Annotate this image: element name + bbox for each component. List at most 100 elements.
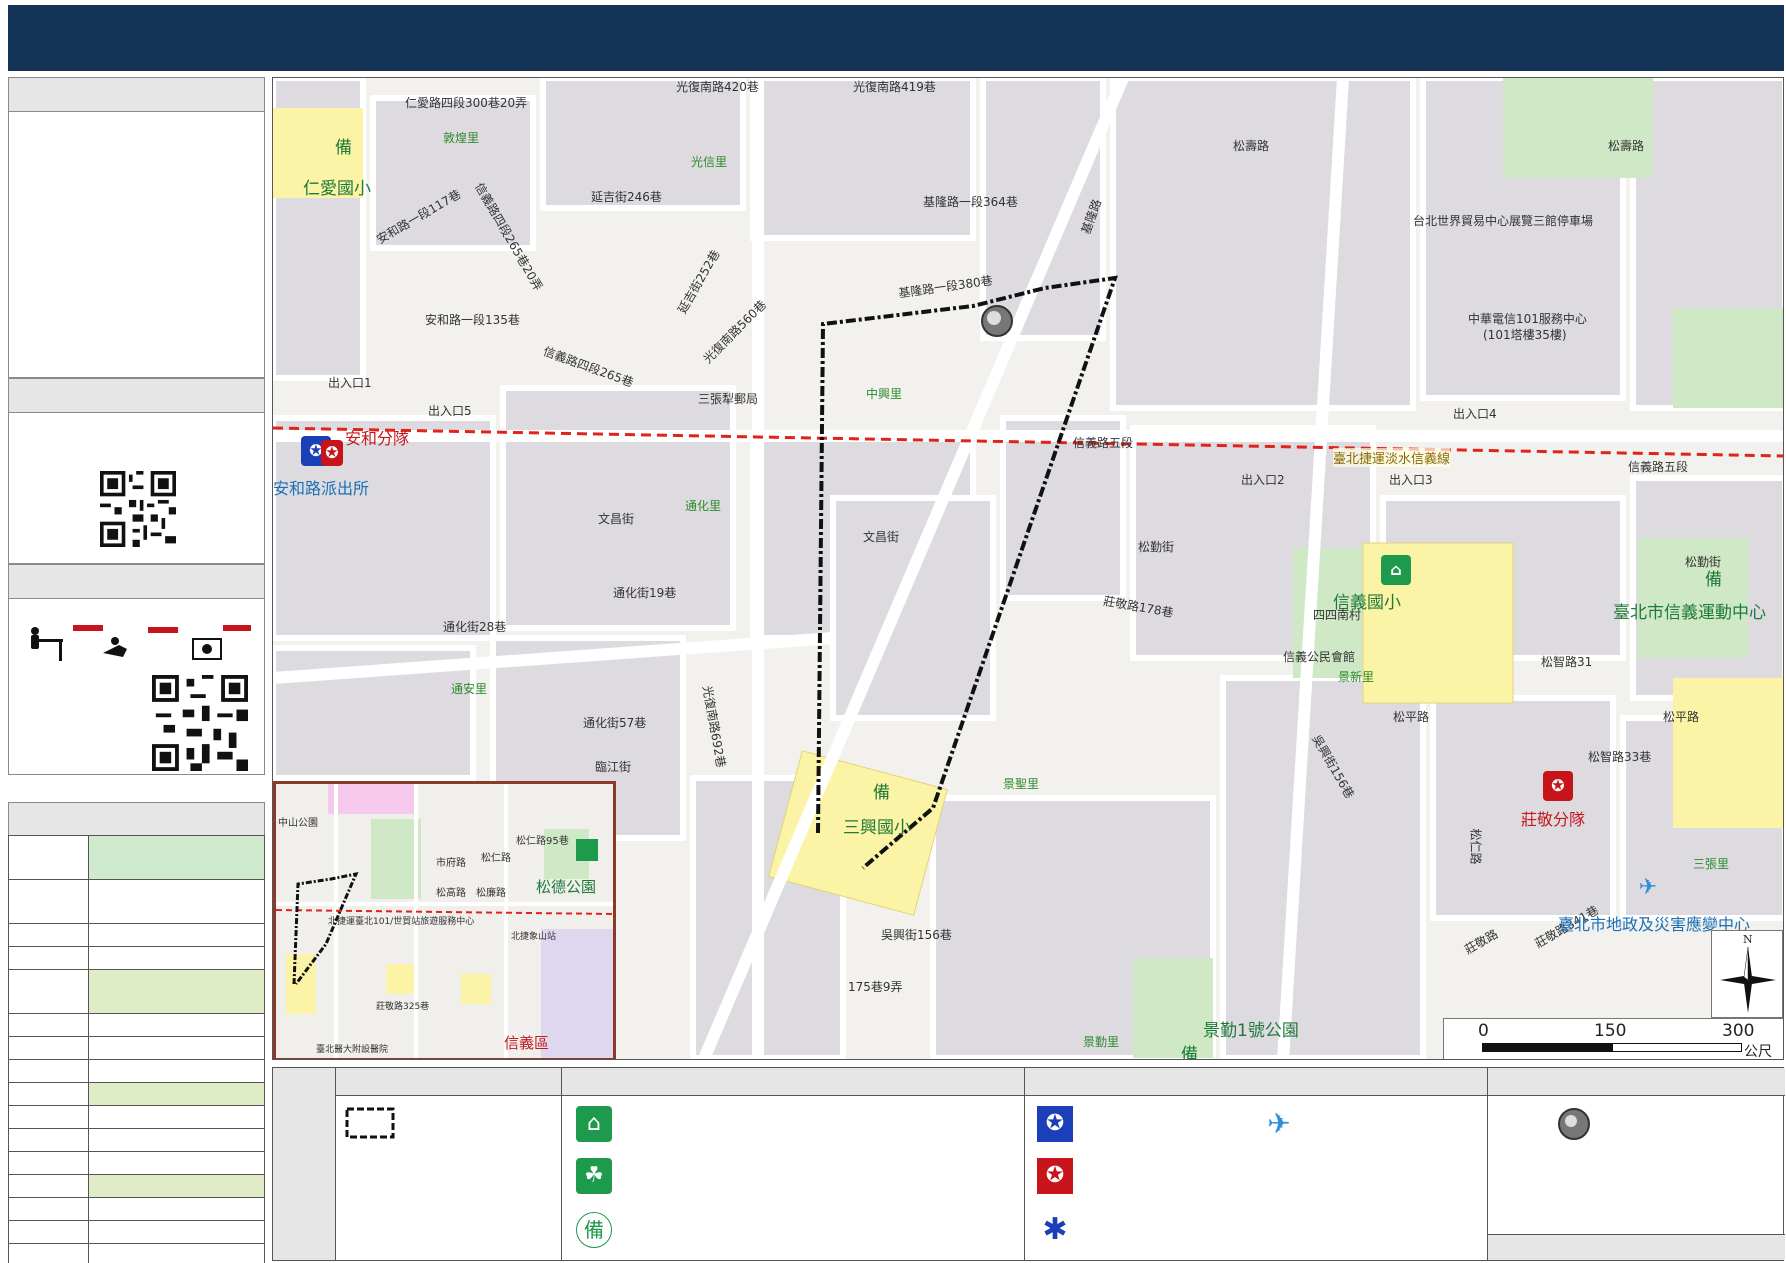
place-label: 信義公民會館 bbox=[1283, 650, 1356, 664]
place-label: 通安里 bbox=[451, 682, 488, 696]
table-row bbox=[8, 1243, 265, 1263]
inset-label: 松高路 bbox=[436, 888, 466, 899]
place-label: 景勤1號公園 bbox=[1203, 1021, 1299, 1041]
table-row bbox=[8, 1151, 265, 1175]
inset-label: 莊敬路325巷 bbox=[376, 1002, 430, 1012]
backup-shelter-label: 備 bbox=[873, 783, 890, 803]
table-row bbox=[8, 1059, 265, 1083]
legend-header bbox=[336, 1068, 562, 1096]
sidebar-earthquake-section bbox=[8, 564, 265, 775]
map-label: 臨江街 bbox=[595, 760, 632, 774]
map-label: 通化街57巷 bbox=[583, 716, 647, 730]
map-label: 通化街28巷 bbox=[443, 620, 507, 634]
helicopter-icon: ✈ bbox=[1267, 1107, 1291, 1140]
place-label: 台北世界貿易中心展覽三館停車場 bbox=[1413, 214, 1594, 228]
inset-label: 臺北醫大附設醫院 bbox=[316, 1045, 389, 1055]
sidebar-qr-section bbox=[8, 378, 265, 564]
backup-shelter-icon: 備 bbox=[576, 1212, 612, 1248]
fire-squad-icon: ✪ bbox=[1037, 1158, 1073, 1194]
legend-header bbox=[1025, 1068, 1488, 1096]
table-row bbox=[8, 879, 265, 924]
map-label: 吳興街156巷 bbox=[881, 928, 952, 942]
map-label: 175巷9弄 bbox=[848, 980, 903, 994]
qr-code-icon[interactable] bbox=[100, 471, 176, 547]
scale-segment-light bbox=[1612, 1043, 1742, 1052]
map-label: 通化街19巷 bbox=[613, 586, 677, 600]
police-icon: ✪ bbox=[1037, 1106, 1073, 1142]
place-label: 出入口5 bbox=[428, 404, 472, 418]
medical-icon: ✱ bbox=[1042, 1212, 1068, 1247]
info-table bbox=[8, 835, 265, 1263]
place-label: (101塔樓35樓) bbox=[1483, 328, 1567, 342]
place-label: 安和分隊 bbox=[345, 429, 410, 448]
north-arrow: N bbox=[1711, 930, 1783, 1018]
map-label: 松智路31 bbox=[1541, 655, 1593, 669]
scale-segment-dark bbox=[1482, 1043, 1612, 1052]
sidebar-description-header bbox=[9, 78, 264, 112]
place-label: 三張里 bbox=[1693, 857, 1730, 871]
map-label: 光復南路420巷 bbox=[676, 80, 759, 94]
table-row bbox=[8, 1174, 265, 1198]
place-label: 敦煌里 bbox=[443, 131, 480, 145]
backup-shelter-label: 備 bbox=[1705, 570, 1722, 590]
place-label: 臺北市信義運動中心 bbox=[1613, 603, 1766, 623]
shelter-icon[interactable]: ⌂ bbox=[1381, 555, 1411, 585]
place-label: 光信里 bbox=[691, 155, 728, 169]
earthquake-qr-code-icon[interactable] bbox=[152, 675, 248, 771]
scale-unit: 公尺 bbox=[1744, 1044, 1772, 1060]
map-panel[interactable]: 仁愛路四段300巷20弄 光復南路420巷 光復南路419巷 松壽路 松壽路 基… bbox=[272, 77, 1784, 1060]
sidebar bbox=[8, 77, 265, 1263]
scale-tick-label: 300 bbox=[1722, 1021, 1755, 1041]
map-label: 基隆路一段364巷 bbox=[923, 195, 1018, 209]
place-label: 景新里 bbox=[1338, 670, 1375, 684]
inset-label: 松仁路 bbox=[481, 853, 511, 864]
place-label: 莊敬分隊 bbox=[1521, 810, 1586, 829]
legend-footer-cell bbox=[1488, 1234, 1785, 1260]
legend-header bbox=[562, 1068, 1025, 1096]
route-boundary-icon bbox=[345, 1107, 395, 1139]
legend-column bbox=[336, 1096, 562, 1260]
inset-map[interactable]: 中山公園 松德公園 信義區 松仁路95巷 松高路 松仁路 松廉路 市府路 北捷運… bbox=[273, 781, 616, 1059]
map-label: 安和路一段135巷 bbox=[425, 313, 520, 327]
inset-label: 市府路 bbox=[436, 858, 466, 869]
fire-squad-icon[interactable]: ✪ bbox=[1543, 771, 1573, 801]
inset-label: 北捷運臺北101/世貿站旅遊服務中心 bbox=[328, 917, 475, 927]
map-label: 松仁路 bbox=[1468, 828, 1483, 865]
legend: ⌂ ☘ 備 ✪ ✪ ✱ ✈ bbox=[272, 1067, 1785, 1261]
table-row bbox=[8, 1036, 265, 1060]
map-label: 文昌街 bbox=[598, 512, 635, 526]
place-label: 安和路派出所 bbox=[273, 479, 370, 498]
evacuation-park-icon: ☘ bbox=[576, 1158, 612, 1194]
backup-shelter-label: 備 bbox=[335, 138, 352, 158]
table-row bbox=[8, 1197, 265, 1221]
table-row bbox=[8, 923, 265, 947]
table-row bbox=[8, 835, 265, 880]
drop-cover-hold-icon bbox=[31, 625, 251, 661]
map-label: 信義路五段 bbox=[1628, 460, 1689, 474]
legend-column: ✪ ✪ ✱ ✈ bbox=[1025, 1096, 1488, 1260]
map-label: 松智路33巷 bbox=[1588, 750, 1652, 764]
backup-shelter-label: 備 bbox=[1181, 1045, 1198, 1060]
table-row bbox=[8, 1128, 265, 1152]
fire-squad-icon[interactable]: ✪ bbox=[321, 440, 343, 466]
table-row bbox=[8, 969, 265, 1014]
place-label: 中興里 bbox=[866, 387, 903, 401]
table-row bbox=[8, 1105, 265, 1129]
scale-tick-label: 150 bbox=[1594, 1021, 1627, 1041]
map-label: 信義路五段 bbox=[1073, 436, 1134, 450]
sidebar-qr-header bbox=[9, 379, 264, 413]
map-label: 光復南路419巷 bbox=[853, 80, 936, 94]
site-marker-icon bbox=[1558, 1108, 1590, 1140]
map-label: 仁愛路四段300巷20弄 bbox=[405, 96, 528, 110]
place-label: 出入口1 bbox=[328, 376, 372, 390]
table-row bbox=[8, 1013, 265, 1037]
map-label: 文昌街 bbox=[863, 530, 900, 544]
header-bar bbox=[8, 5, 1784, 71]
shelter-icon: ⌂ bbox=[576, 1106, 612, 1142]
inset-label: 松仁路95巷 bbox=[516, 836, 569, 847]
inset-label: 松廉路 bbox=[476, 888, 506, 899]
map-label: 松勤街 bbox=[1138, 540, 1175, 554]
legend-column: ⌂ ☘ 備 bbox=[562, 1096, 1025, 1260]
helicopter-icon[interactable]: ✈ bbox=[1633, 873, 1663, 903]
map-label: 松壽路 bbox=[1608, 139, 1645, 153]
